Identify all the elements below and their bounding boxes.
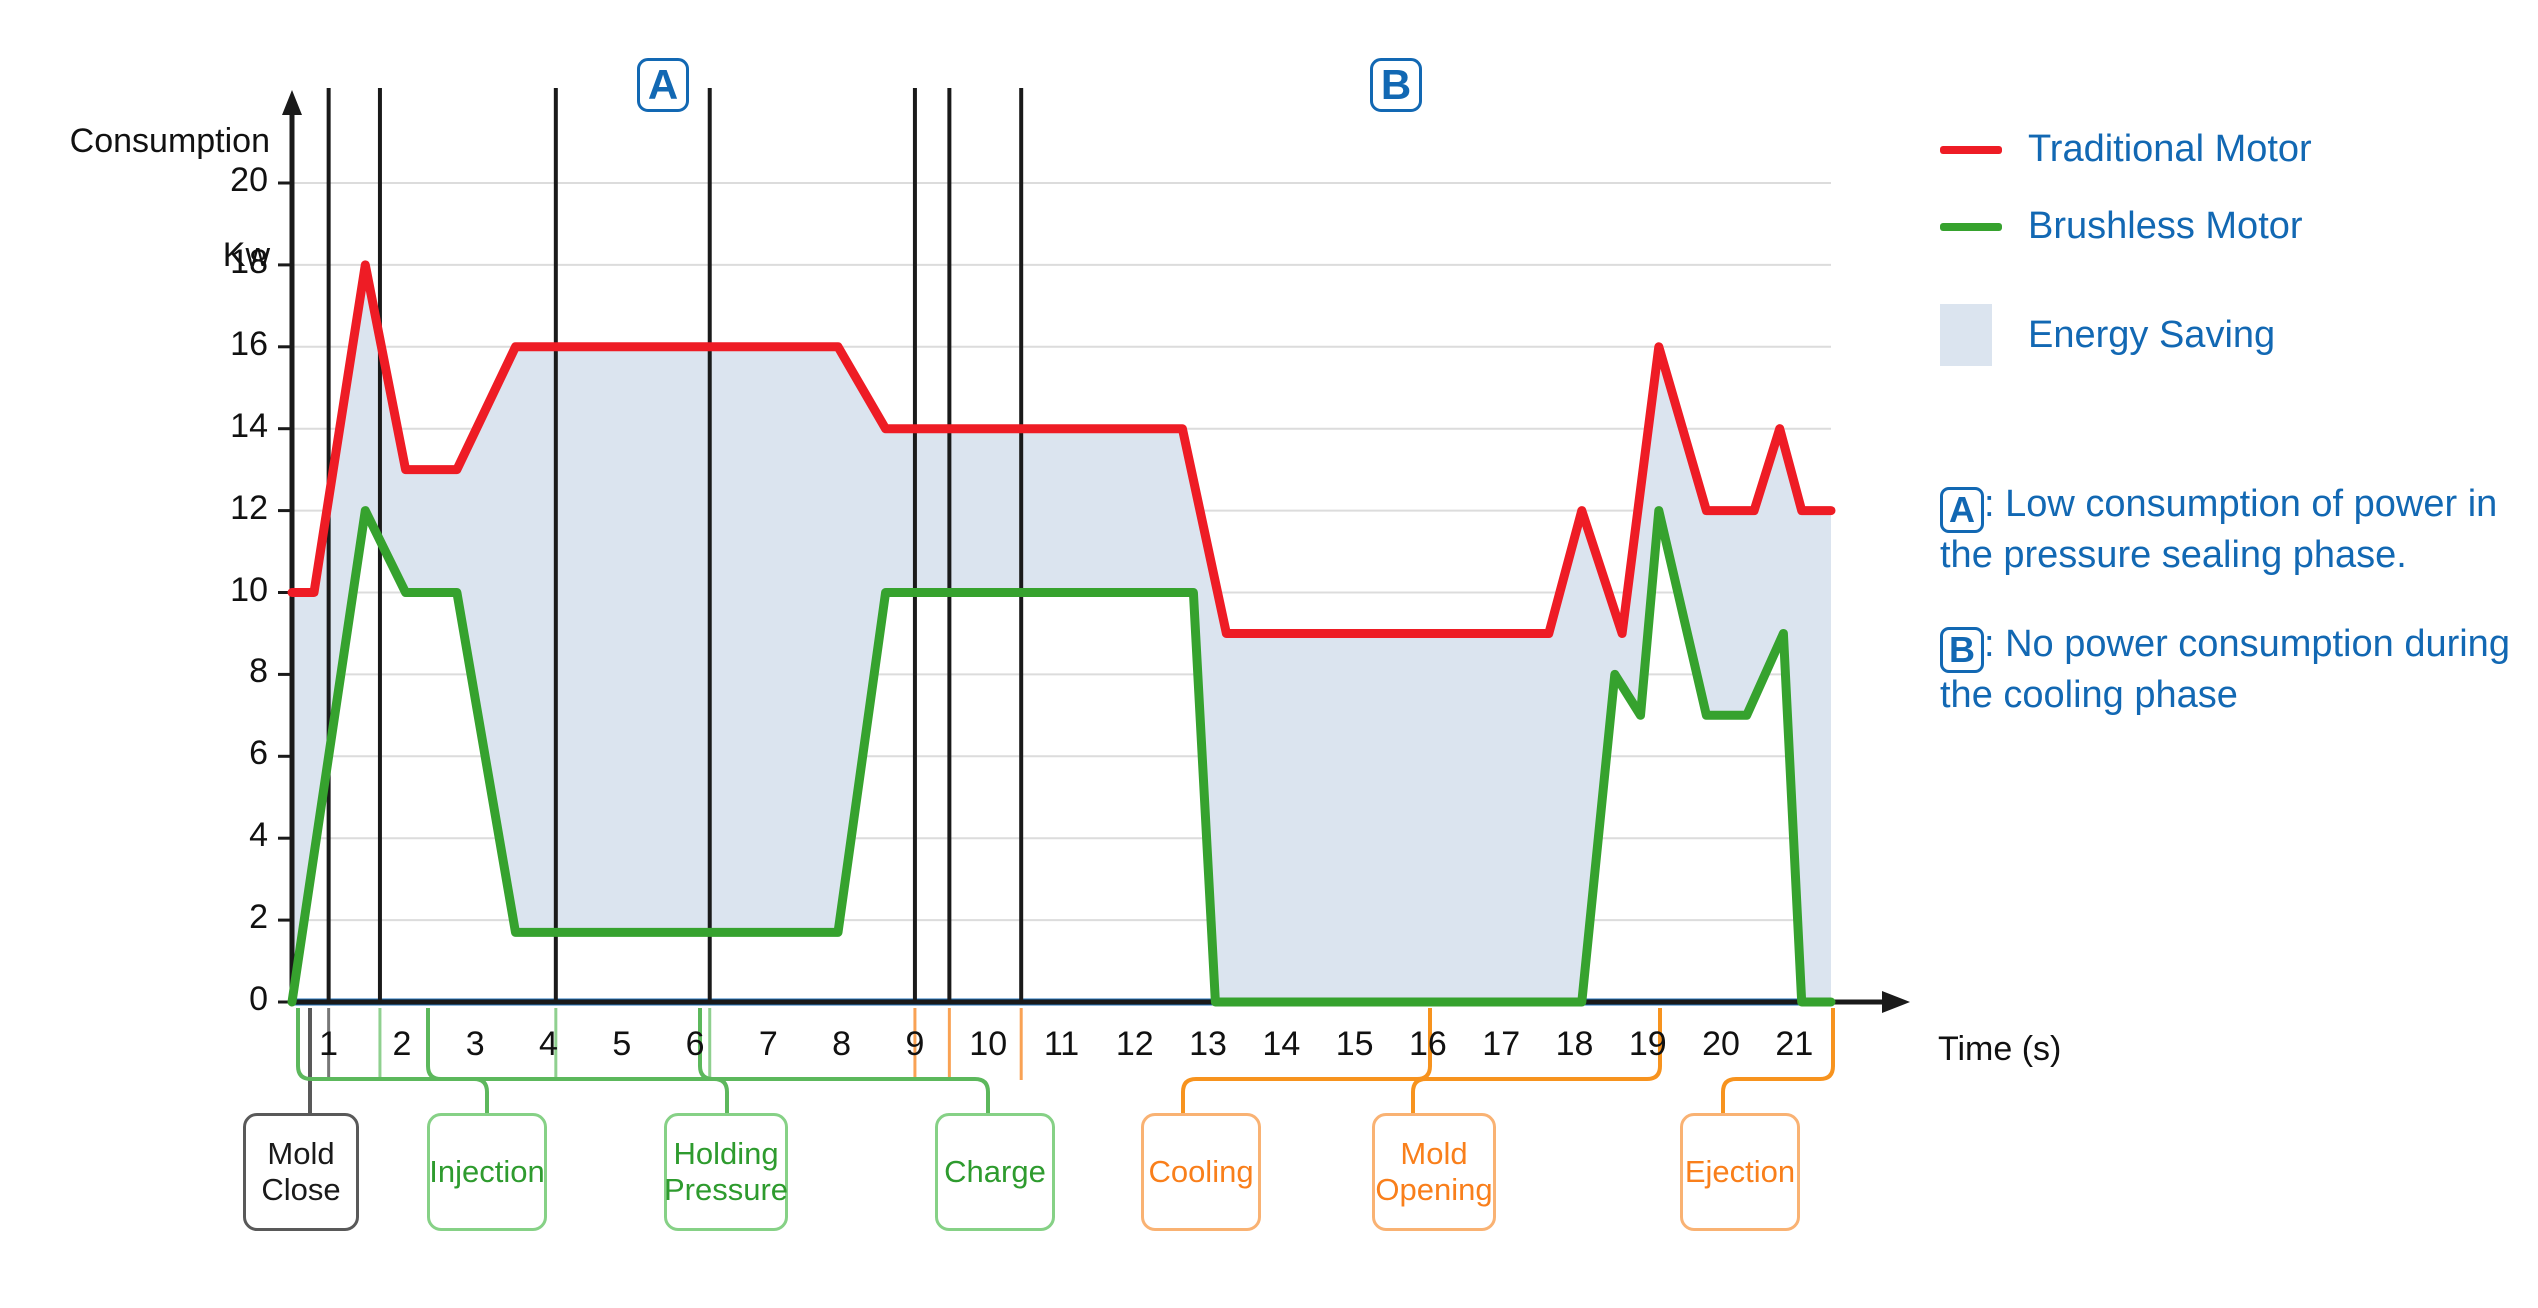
x-tick-label: 14 xyxy=(1256,1025,1306,1064)
phase-label-box[interactable]: HoldingPressure xyxy=(664,1113,788,1231)
y-tick-label: 20 xyxy=(198,161,268,200)
x-tick-label: 7 xyxy=(743,1025,793,1064)
y-tick-label: 18 xyxy=(198,243,268,282)
note-text: : No power consumption during the coolin… xyxy=(1940,623,2510,716)
legend-label: Brushless Motor xyxy=(2028,205,2303,248)
x-tick-label: 5 xyxy=(597,1025,647,1064)
energy-saving-area xyxy=(292,266,1831,1002)
phase-label-box[interactable]: Injection xyxy=(427,1113,547,1231)
x-tick-label: 8 xyxy=(817,1025,867,1064)
phase-label-box[interactable]: Charge xyxy=(935,1113,1055,1231)
note-badge: A xyxy=(1940,487,1984,533)
x-tick-label: 2 xyxy=(377,1025,427,1064)
phase-label-text: HoldingPressure xyxy=(664,1136,788,1207)
y-tick-label: 2 xyxy=(198,898,268,937)
chart-legend: Traditional Motor Brushless Motor Energy S… xyxy=(1940,128,2520,400)
badge-b-label: B xyxy=(1370,58,1422,112)
x-tick-label: 11 xyxy=(1037,1025,1087,1064)
phase-label-text: MoldClose xyxy=(261,1136,340,1207)
x-tick-label: 19 xyxy=(1623,1025,1673,1064)
legend-item[interactable]: Brushless Motor xyxy=(1940,205,2520,248)
x-tick-label: 4 xyxy=(524,1025,574,1064)
x-tick-label: 1 xyxy=(304,1025,354,1064)
x-tick-label: 9 xyxy=(890,1025,940,1064)
x-tick-label: 12 xyxy=(1110,1025,1160,1064)
x-axis-title: Time (s) xyxy=(1938,1030,2061,1068)
legend-area-swatch xyxy=(1940,304,1992,366)
legend-line-swatch xyxy=(1940,146,2002,154)
phase-label-box[interactable]: MoldClose xyxy=(243,1113,359,1231)
note-text: : Low consumption of power in the pressu… xyxy=(1940,483,2497,576)
y-tick-label: 10 xyxy=(198,571,268,610)
note-badge: B xyxy=(1940,627,1984,673)
x-tick-label: 21 xyxy=(1769,1025,1819,1064)
y-tick-label: 12 xyxy=(198,489,268,528)
x-tick-label: 10 xyxy=(963,1025,1013,1064)
legend-item[interactable]: Energy Saving xyxy=(1940,304,2520,366)
legend-line-swatch xyxy=(1940,223,2002,231)
x-tick-label: 13 xyxy=(1183,1025,1233,1064)
phase-label-text: Ejection xyxy=(1685,1154,1795,1190)
phase-label-box[interactable]: Cooling xyxy=(1141,1113,1261,1231)
legend-item[interactable]: Traditional Motor xyxy=(1940,128,2520,171)
y-tick-label: 4 xyxy=(198,816,268,855)
phase-label-text: MoldOpening xyxy=(1375,1136,1492,1207)
phase-label-text: Charge xyxy=(944,1154,1046,1190)
x-axis-arrow xyxy=(1882,991,1910,1013)
x-tick-label: 17 xyxy=(1476,1025,1526,1064)
x-tick-label: 20 xyxy=(1696,1025,1746,1064)
y-tick-label: 16 xyxy=(198,325,268,364)
annotation-notes: A: Low consumption of power in the press… xyxy=(1940,482,2530,762)
y-tick-label: 8 xyxy=(198,652,268,691)
x-tick-label: 6 xyxy=(670,1025,720,1064)
phase-label-box[interactable]: Ejection xyxy=(1680,1113,1800,1231)
marker-a-badge: A xyxy=(637,58,689,112)
x-tick-label: 3 xyxy=(450,1025,500,1064)
y-axis-title-line1: Consumption xyxy=(18,122,270,160)
y-axis-arrow xyxy=(282,90,302,115)
legend-label: Energy Saving xyxy=(2028,314,2275,357)
annotation-note: B: No power consumption during the cooli… xyxy=(1940,622,2530,718)
y-tick-label: 0 xyxy=(198,980,268,1019)
x-tick-label: 15 xyxy=(1330,1025,1380,1064)
phase-label-text: Cooling xyxy=(1148,1154,1253,1190)
badge-a-label: A xyxy=(637,58,689,112)
phase-label-text: Injection xyxy=(429,1154,544,1190)
y-tick-label: 14 xyxy=(198,407,268,446)
annotation-note: A: Low consumption of power in the press… xyxy=(1940,482,2530,578)
x-tick-label: 18 xyxy=(1550,1025,1600,1064)
x-tick-label: 16 xyxy=(1403,1025,1453,1064)
y-tick-label: 6 xyxy=(198,734,268,773)
marker-b-badge: B xyxy=(1370,58,1422,112)
legend-label: Traditional Motor xyxy=(2028,128,2312,171)
phase-label-box[interactable]: MoldOpening xyxy=(1372,1113,1496,1231)
